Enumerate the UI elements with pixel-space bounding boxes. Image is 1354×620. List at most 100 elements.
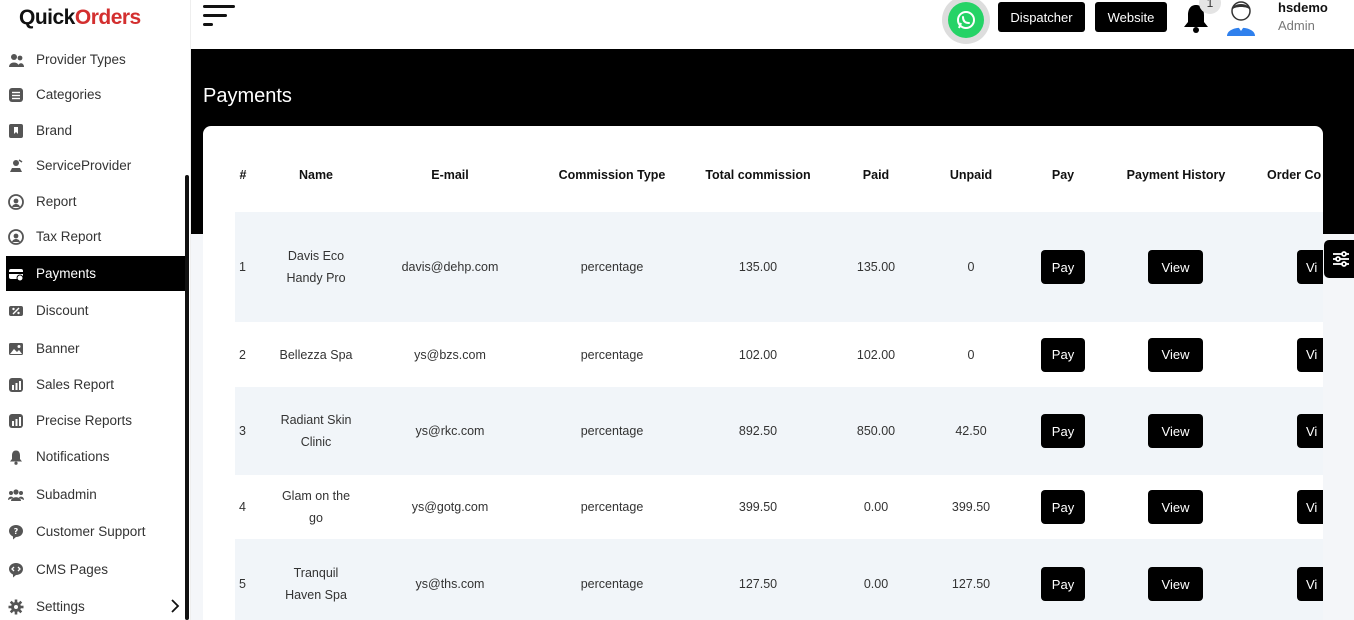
- sidebar-item-label: Precise Reports: [36, 413, 133, 428]
- view-payment-history-button[interactable]: View: [1148, 250, 1203, 284]
- group-icon: [8, 487, 24, 503]
- brand-logo-part1: Quick: [19, 6, 75, 29]
- brand-logo[interactable]: QuickOrders: [19, 6, 141, 30]
- sidebar-item-tax-report[interactable]: Tax Report: [6, 219, 186, 254]
- sidebar-item-label: Report: [36, 194, 77, 209]
- commission-type: percentage: [580, 260, 644, 274]
- bell-icon: [8, 449, 24, 465]
- unpaid-amount: 42.50: [955, 424, 987, 438]
- column-header[interactable]: Order Co: [1267, 168, 1321, 182]
- view-payment-history-button[interactable]: View: [1148, 567, 1203, 601]
- sidebar-item-discount[interactable]: Discount: [6, 293, 186, 328]
- pay-button[interactable]: Pay: [1041, 250, 1085, 284]
- menu-toggle-icon[interactable]: [203, 5, 235, 29]
- table-row: 1 Davis Eco Handy Pro davis@dehp.com percen…: [235, 212, 1323, 322]
- provider-email: ys@rkc.com: [415, 424, 485, 438]
- provider-name: Davis Eco Handy Pro: [286, 249, 346, 285]
- provider-email: ys@ths.com: [415, 577, 485, 591]
- sidebar-item-label: Categories: [36, 87, 102, 102]
- sidebar-item-serviceprovider[interactable]: ServiceProvider: [6, 148, 186, 183]
- pay-button[interactable]: Pay: [1041, 414, 1085, 448]
- view-order-button[interactable]: Vi: [1297, 567, 1323, 601]
- chart-icon: [8, 413, 24, 429]
- unpaid-amount: 0: [967, 260, 975, 274]
- row-number: 2: [239, 347, 246, 362]
- sidebar-item-label: Sales Report: [36, 377, 115, 392]
- user-avatar[interactable]: [1224, 0, 1258, 36]
- chart-icon: [8, 377, 24, 393]
- pay-button[interactable]: Pay: [1041, 337, 1085, 372]
- commission-type: percentage: [580, 424, 644, 438]
- sidebar-item-label: Tax Report: [36, 229, 102, 244]
- gear-icon: [8, 599, 24, 615]
- payments-card: # Name E-mail Commission Type Total commissi…: [203, 126, 1323, 620]
- code-icon: [8, 562, 24, 578]
- provider-email: ys@gotg.com: [411, 500, 489, 514]
- view-order-button[interactable]: Vi: [1297, 490, 1323, 524]
- provider-name: Bellezza Spa: [279, 347, 353, 362]
- sidebar-item-brand[interactable]: Brand: [6, 113, 186, 148]
- chevron-right-icon[interactable]: [170, 599, 180, 616]
- report-icon: [8, 193, 24, 210]
- view-order-button[interactable]: Vi: [1297, 250, 1323, 284]
- sidebar-item-categories[interactable]: Categories: [6, 77, 186, 112]
- table-row: 4 Glam on the go ys@gotg.com percentage 399.…: [235, 475, 1323, 539]
- view-order-button[interactable]: Vi: [1297, 337, 1323, 372]
- table-row: 2 Bellezza Spa ys@bzs.com percentage 102.00 1…: [235, 322, 1323, 387]
- sidebar-item-label: Subadmin: [36, 487, 97, 502]
- unpaid-amount: 127.50: [951, 577, 991, 591]
- provider-email: ys@bzs.com: [414, 347, 486, 362]
- sidebar-item-banner[interactable]: Banner: [6, 331, 186, 366]
- commission-type: percentage: [580, 577, 644, 591]
- view-payment-history-button[interactable]: View: [1148, 490, 1203, 524]
- provider-name: Tranquil Haven Spa: [285, 566, 347, 602]
- column-header[interactable]: E-mail: [360, 168, 540, 182]
- user-role: Admin: [1278, 18, 1315, 33]
- sidebar-item-settings[interactable]: Settings: [6, 589, 186, 620]
- unpaid-amount: 399.50: [951, 500, 991, 514]
- dispatcher-button[interactable]: Dispatcher: [998, 2, 1085, 32]
- sidebar-item-sales-report[interactable]: Sales Report: [6, 367, 186, 402]
- tax-icon: [8, 228, 24, 245]
- view-payment-history-button[interactable]: View: [1148, 337, 1203, 372]
- chat-icon: ?: [8, 524, 24, 540]
- whatsapp-icon[interactable]: [942, 0, 990, 44]
- view-order-button[interactable]: Vi: [1297, 414, 1323, 448]
- row-number: 4: [239, 500, 246, 514]
- sidebar-item-precise-reports[interactable]: Precise Reports: [6, 403, 186, 438]
- sidebar-item-notifications[interactable]: Notifications: [6, 439, 186, 474]
- sidebar-scrollbar[interactable]: [185, 175, 189, 620]
- sidebar-item-payments[interactable]: Payments: [6, 256, 186, 291]
- website-button[interactable]: Website: [1095, 2, 1167, 32]
- sidebar-item-label: CMS Pages: [36, 562, 109, 577]
- provider-email: davis@dehp.com: [401, 260, 499, 274]
- sidebar-item-label: Banner: [36, 341, 80, 356]
- row-number: 5: [239, 577, 246, 591]
- sidebar: QuickOrders Provider Types Categories Bran…: [0, 0, 191, 620]
- sidebar-item-provider-types[interactable]: Provider Types: [6, 42, 186, 77]
- sidebar-item-cms-pages[interactable]: CMS Pages: [6, 552, 186, 587]
- view-payment-history-button[interactable]: View: [1148, 414, 1203, 448]
- users-icon: [8, 52, 24, 68]
- discount-icon: [8, 303, 24, 319]
- sidebar-item-label: Brand: [36, 123, 73, 138]
- unpaid-amount: 0: [967, 347, 975, 362]
- row-number: 3: [239, 424, 246, 438]
- table-row: 3 Radiant Skin Clinic ys@rkc.com percentage…: [235, 387, 1323, 475]
- pay-button[interactable]: Pay: [1041, 567, 1085, 601]
- sidebar-item-subadmin[interactable]: Subadmin: [6, 477, 186, 512]
- pay-button[interactable]: Pay: [1041, 490, 1085, 524]
- column-header[interactable]: Payment History: [1086, 168, 1266, 182]
- image-icon: [8, 341, 24, 357]
- page-title: Payments: [203, 85, 292, 107]
- sidebar-item-customer-support[interactable]: ? Customer Support: [6, 514, 186, 549]
- provider-name: Glam on the go: [281, 489, 351, 525]
- user-name: hsdemo: [1278, 0, 1328, 15]
- svg-text:?: ?: [14, 527, 19, 536]
- settings-sliders-icon[interactable]: [1324, 240, 1354, 278]
- sidebar-item-report[interactable]: Report: [6, 184, 186, 219]
- sidebar-item-label: Discount: [36, 303, 89, 318]
- sidebar-item-label: Provider Types: [36, 52, 126, 67]
- bookmark-icon: [8, 123, 24, 139]
- commission-type: percentage: [580, 347, 644, 362]
